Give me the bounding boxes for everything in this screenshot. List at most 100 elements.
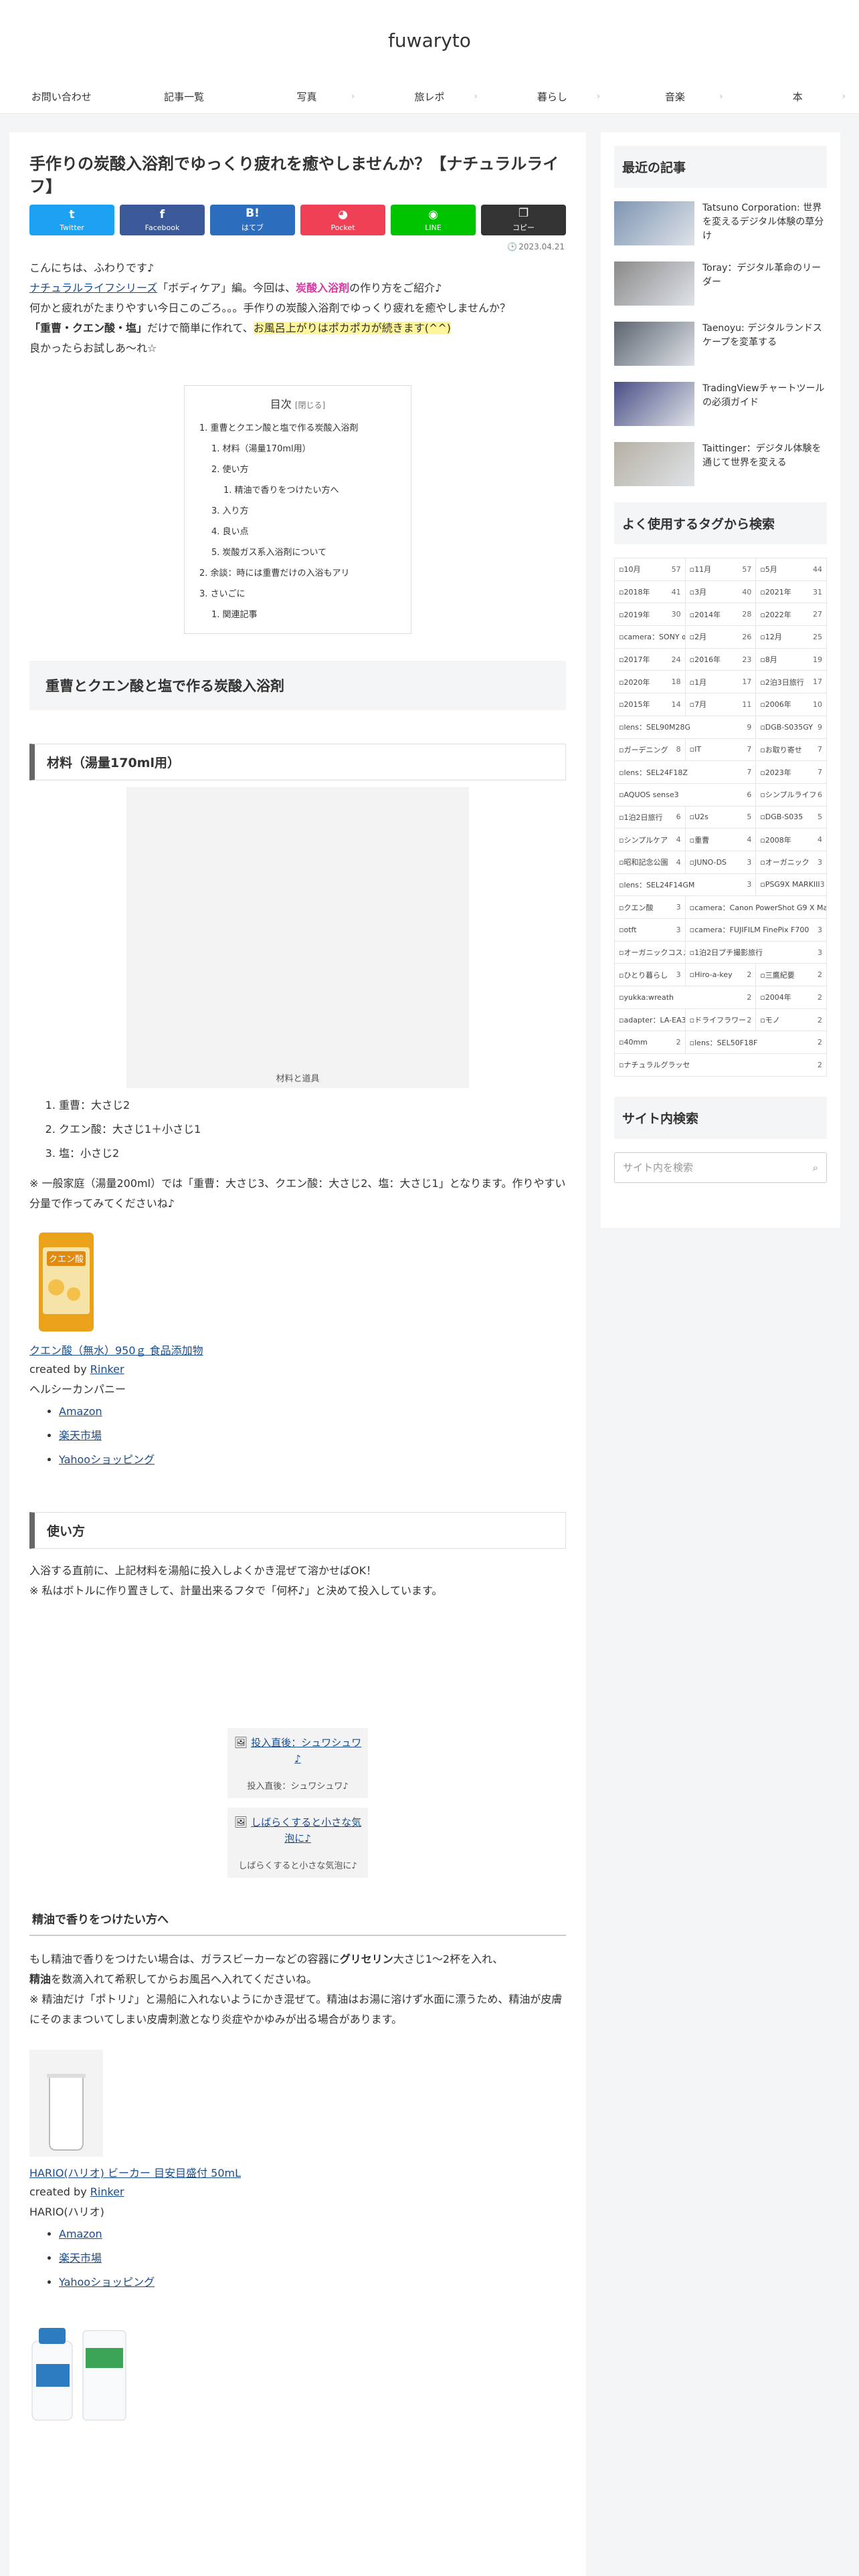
tag-link[interactable]: ▫lens：SEL24F18Z 7 [615,761,757,784]
series-link[interactable]: ナチュラルライフシリーズ [29,282,157,294]
toc-item[interactable]: 2. 使い方 [199,459,396,480]
tag-link[interactable]: ▫JUNO-DS 3 [685,851,757,874]
tag-link[interactable]: ▫2018年 41 [615,580,686,604]
rinker-link[interactable]: Rinker [90,2185,124,2198]
tag-link[interactable]: ▫シンプルケア 4 [615,829,686,851]
tag-link[interactable]: ▫10月 57 [615,558,686,581]
nav-item[interactable]: お問い合わせ [0,80,122,113]
tag-link[interactable]: ▫2014年 28 [685,603,757,627]
search-input[interactable]: サイト内を検索 ⌕ [614,1152,827,1183]
tag-link[interactable]: ▫AQUOS sense3 6 [615,783,757,807]
tag-link[interactable]: ▫2022年 27 [756,603,827,627]
recent-post-item[interactable]: TradingViewチャートツールの必須ガイド [614,382,827,426]
amazon-link[interactable]: Amazon [59,1405,102,1418]
tag-link[interactable]: ▫2004年 2 [756,986,827,1009]
tag-link[interactable]: ▫2023年 7 [756,761,827,784]
tag-link[interactable]: ▫ガーデニング 8 [615,738,686,762]
share-button-facebook[interactable]: f Facebook [120,205,205,235]
product-link[interactable]: HARIO(ハリオ) ビーカー 目安目盛付 50mL [29,2167,241,2179]
recent-post-item[interactable]: Tatsuno Corporation: 世界を変えるデジタル体験の草分け [614,201,827,245]
share-button-line[interactable]: ◉ LINE [391,205,476,235]
product-image[interactable] [29,2050,103,2157]
tag-link[interactable]: ▫2017年 24 [615,648,686,671]
tag-link[interactable]: ▫1泊2日プチ撮影旅行 3 [685,941,827,964]
nav-item[interactable]: 暮らし › [491,80,613,113]
recent-post-item[interactable]: Toray：デジタル革命のリーダー [614,261,827,306]
tag-link[interactable]: ▫ひとり暮らし 3 [615,964,686,987]
tag-link[interactable]: ▫シンプルライフ 6 [756,783,827,807]
toc-item[interactable]: 3. 入り方 [199,501,396,522]
tag-link[interactable]: ▫11月 57 [685,558,757,581]
tag-link[interactable]: ▫2月 26 [685,626,757,649]
tag-link[interactable]: ▫camera：FUJIFILM FinePix F700 3 [685,919,827,942]
image-link[interactable]: 投入直後：シュワシュワ♪ [251,1737,361,1765]
toc-item[interactable]: 5. 炭酸ガス系入浴剤について [199,542,396,563]
post-thumbnail[interactable] [614,201,694,245]
amazon-link[interactable]: Amazon [59,2228,102,2240]
search-icon[interactable]: ⌕ [813,1162,818,1174]
tag-link[interactable]: ▫adapter：LA-EA32 [615,1008,686,1032]
toc-item[interactable]: 1. 関連記事 [199,605,396,625]
product-image[interactable] [29,2321,136,2422]
share-button-コピー[interactable]: ❐ コピー [481,205,566,235]
tag-link[interactable]: ▫lens：SEL50F18F 2 [685,1031,827,1055]
tag-link[interactable]: ▫三鷹紀要 2 [756,964,827,987]
recent-post-item[interactable]: Taenoyu: デジタルランドスケープを変革する [614,322,827,366]
tag-link[interactable]: ▫ドライフラワー 2 [685,1008,757,1032]
nav-item[interactable]: 旅レポ › [368,80,490,113]
share-button-twitter[interactable]: t Twitter [29,205,114,235]
nav-item[interactable]: 本 › [737,80,859,113]
tag-link[interactable]: ▫IT 7 [685,738,757,762]
tag-link[interactable]: ▫昭和記念公園 4 [615,851,686,874]
post-thumbnail[interactable] [614,322,694,366]
toc-item[interactable]: 1. 材料（湯量170ml用） [199,439,396,459]
yahoo-link[interactable]: Yahooショッピング [59,1453,155,1466]
tag-link[interactable]: ▫オーガニックコスメ3 [615,941,686,964]
tag-link[interactable]: ▫2015年 14 [615,693,686,716]
toc-item[interactable]: 1. 重曹とクエン酸と塩で作る炭酸入浴剤 [199,418,396,439]
tag-link[interactable]: ▫DGB-S035GY 9 [756,716,827,739]
tag-link[interactable]: ▫3月 40 [685,580,757,604]
tag-link[interactable]: ▫lens：SEL24F14GM 3 [615,873,757,897]
tag-link[interactable]: ▫camera：SONY α7II27 [615,626,686,649]
tag-link[interactable]: ▫PSG9X MARKIII 3 [756,873,827,897]
tag-link[interactable]: ▫yukka:wreath 2 [615,986,757,1009]
tag-link[interactable]: ▫2008年 4 [756,829,827,851]
site-title[interactable]: fuwaryto [388,29,471,51]
tag-link[interactable]: ▫DGB-S035 5 [756,806,827,829]
tag-link[interactable]: ▫camera：Canon PowerShot G9 X MarkII3 [685,896,827,919]
tag-link[interactable]: ▫U2s 5 [685,806,757,829]
tag-link[interactable]: ▫モノ 2 [756,1008,827,1032]
rakuten-link[interactable]: 楽天市場 [59,2252,102,2264]
post-thumbnail[interactable] [614,442,694,486]
tag-link[interactable]: ▫お取り寄せ 7 [756,738,827,762]
tag-link[interactable]: ▫40mm 2 [615,1031,686,1055]
tag-link[interactable]: ▫オーガニック 3 [756,851,827,874]
tag-link[interactable]: ▫2019年 30 [615,603,686,627]
share-button-pocket[interactable]: ◕ Pocket [300,205,385,235]
nav-item[interactable]: 音楽 › [613,80,736,113]
post-thumbnail[interactable] [614,382,694,426]
tag-link[interactable]: ▫2泊3日旅行 17 [756,671,827,694]
toc-toggle[interactable]: [閉じる] [295,401,325,410]
product-image[interactable]: クエン酸 [29,1227,103,1334]
image-link[interactable]: しばらくすると小さな気泡に♪ [251,1816,361,1844]
nav-item[interactable]: 写真 › [246,80,368,113]
tag-link[interactable]: ▫otft 3 [615,919,686,942]
rinker-link[interactable]: Rinker [90,1363,124,1376]
yahoo-link[interactable]: Yahooショッピング [59,2276,155,2288]
toc-item[interactable]: 2. 余談：時には重曹だけの入浴もアリ [199,563,396,584]
toc-item[interactable]: 4. 良い点 [199,522,396,542]
tag-link[interactable]: ▫2020年 18 [615,671,686,694]
share-button-はてブ[interactable]: B! はてブ [210,205,295,235]
tag-link[interactable]: ▫8月 19 [756,648,827,671]
tag-link[interactable]: ▫5月 44 [756,558,827,581]
tag-link[interactable]: ▫2021年 31 [756,580,827,604]
tag-link[interactable]: ▫1泊2日旅行 6 [615,806,686,829]
tag-link[interactable]: ▫2006年 10 [756,693,827,716]
tag-link[interactable]: ▫Hiro-a-key 2 [685,964,757,987]
rakuten-link[interactable]: 楽天市場 [59,1429,102,1442]
product-link[interactable]: クエン酸（無水）950ｇ 食品添加物 [29,1344,203,1357]
toc-item[interactable]: 1. 精油で香りをつけたい方へ [199,480,396,501]
toc-item[interactable]: 3. さいごに [199,584,396,605]
